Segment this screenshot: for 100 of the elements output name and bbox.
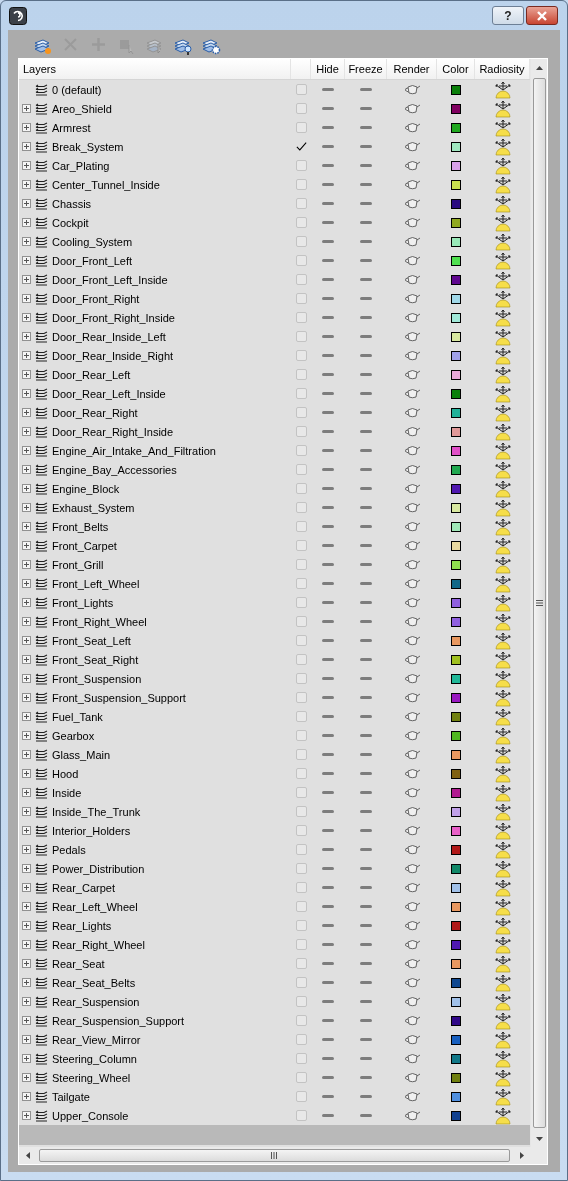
- layer-name[interactable]: Rear_Suspension: [52, 995, 140, 1008]
- radiosity-sun-icon[interactable]: [493, 536, 512, 555]
- hide-toggle[interactable]: [322, 354, 334, 357]
- expand-button[interactable]: [22, 1073, 31, 1082]
- hide-toggle[interactable]: [322, 962, 334, 965]
- expand-button[interactable]: [22, 617, 31, 626]
- hide-toggle[interactable]: [322, 373, 334, 376]
- teapot-icon[interactable]: [403, 483, 421, 494]
- teapot-icon[interactable]: [403, 654, 421, 665]
- checkbox[interactable]: [295, 977, 307, 988]
- radiosity-sun-icon[interactable]: [493, 897, 512, 916]
- color-swatch[interactable]: [451, 369, 461, 380]
- freeze-toggle[interactable]: [360, 240, 372, 243]
- column-header[interactable]: Freeze: [345, 59, 387, 79]
- radiosity-sun-icon[interactable]: [493, 289, 512, 308]
- checkbox[interactable]: [295, 901, 307, 912]
- freeze-toggle[interactable]: [360, 1076, 372, 1079]
- freeze-toggle[interactable]: [360, 1095, 372, 1098]
- color-swatch[interactable]: [451, 350, 461, 361]
- color-swatch[interactable]: [451, 787, 461, 798]
- freeze-toggle[interactable]: [360, 848, 372, 851]
- expand-button[interactable]: [22, 427, 31, 436]
- layer-name[interactable]: Fuel_Tank: [52, 710, 103, 723]
- checkbox[interactable]: [295, 483, 307, 494]
- hide-toggle[interactable]: [322, 240, 334, 243]
- radiosity-sun-icon[interactable]: [493, 992, 512, 1011]
- teapot-icon[interactable]: [403, 217, 421, 228]
- expand-button[interactable]: [22, 1054, 31, 1063]
- layer-name[interactable]: Front_Right_Wheel: [52, 615, 147, 628]
- expand-button[interactable]: [22, 769, 31, 778]
- color-swatch[interactable]: [451, 673, 461, 684]
- freeze-toggle[interactable]: [360, 221, 372, 224]
- checkbox[interactable]: [295, 692, 307, 703]
- layer-name[interactable]: Front_Suspension: [52, 672, 142, 685]
- color-swatch[interactable]: [451, 1110, 461, 1121]
- layer-name[interactable]: Hood: [52, 767, 79, 780]
- layer-name[interactable]: Door_Front_Right_Inside: [52, 311, 175, 324]
- color-swatch[interactable]: [451, 141, 461, 152]
- checkbox[interactable]: [295, 540, 307, 551]
- checkbox[interactable]: [295, 920, 307, 931]
- scroll-left-icon[interactable]: [25, 1152, 30, 1159]
- teapot-icon[interactable]: [403, 426, 421, 437]
- hide-toggle[interactable]: [322, 525, 334, 528]
- freeze-toggle[interactable]: [360, 1038, 372, 1041]
- color-swatch[interactable]: [451, 312, 461, 323]
- color-swatch[interactable]: [451, 578, 461, 589]
- color-swatch[interactable]: [451, 521, 461, 532]
- teapot-icon[interactable]: [403, 388, 421, 399]
- color-swatch[interactable]: [451, 331, 461, 342]
- hide-toggle[interactable]: [322, 905, 334, 908]
- radiosity-sun-icon[interactable]: [493, 270, 512, 289]
- teapot-icon[interactable]: [403, 369, 421, 380]
- layer-name[interactable]: Front_Suspension_Support: [52, 691, 186, 704]
- hide-toggle[interactable]: [322, 867, 334, 870]
- horizontal-scrollbar[interactable]: [19, 1147, 547, 1164]
- radiosity-sun-icon[interactable]: [493, 1030, 512, 1049]
- expand-button[interactable]: [22, 674, 31, 683]
- radiosity-sun-icon[interactable]: [493, 574, 512, 593]
- hide-toggle[interactable]: [322, 107, 334, 110]
- checkbox[interactable]: [295, 293, 307, 304]
- color-swatch[interactable]: [451, 597, 461, 608]
- color-swatch[interactable]: [451, 882, 461, 893]
- freeze-toggle[interactable]: [360, 772, 372, 775]
- checkbox[interactable]: [295, 939, 307, 950]
- radiosity-sun-icon[interactable]: [493, 213, 512, 232]
- radiosity-sun-icon[interactable]: [493, 327, 512, 346]
- expand-button[interactable]: [22, 845, 31, 854]
- hide-toggle[interactable]: [322, 1095, 334, 1098]
- radiosity-sun-icon[interactable]: [493, 384, 512, 403]
- teapot-icon[interactable]: [403, 521, 421, 532]
- color-swatch[interactable]: [451, 768, 461, 779]
- expand-button[interactable]: [22, 655, 31, 664]
- freeze-toggle[interactable]: [360, 183, 372, 186]
- checkbox[interactable]: [295, 1053, 307, 1064]
- teapot-icon[interactable]: [403, 578, 421, 589]
- radiosity-sun-icon[interactable]: [493, 441, 512, 460]
- expand-button[interactable]: [22, 978, 31, 987]
- layer-name[interactable]: Door_Rear_Right_Inside: [52, 425, 174, 438]
- hide-toggle[interactable]: [322, 582, 334, 585]
- layer-name[interactable]: Rear_Left_Wheel: [52, 900, 138, 913]
- expand-button[interactable]: [22, 807, 31, 816]
- color-swatch[interactable]: [451, 464, 461, 475]
- checkbox[interactable]: [295, 84, 307, 95]
- teapot-icon[interactable]: [403, 977, 421, 988]
- column-header[interactable]: Layers: [19, 59, 291, 79]
- freeze-toggle[interactable]: [360, 278, 372, 281]
- hide-toggle[interactable]: [322, 183, 334, 186]
- teapot-icon[interactable]: [403, 939, 421, 950]
- radiosity-sun-icon[interactable]: [493, 916, 512, 935]
- teapot-icon[interactable]: [403, 312, 421, 323]
- checkbox[interactable]: [295, 312, 307, 323]
- radiosity-sun-icon[interactable]: [493, 479, 512, 498]
- color-swatch[interactable]: [451, 711, 461, 722]
- checkbox[interactable]: [295, 331, 307, 342]
- freeze-toggle[interactable]: [360, 164, 372, 167]
- radiosity-sun-icon[interactable]: [493, 973, 512, 992]
- freeze-toggle[interactable]: [360, 430, 372, 433]
- checkbox[interactable]: [295, 787, 307, 798]
- teapot-icon[interactable]: [403, 730, 421, 741]
- teapot-icon[interactable]: [403, 616, 421, 627]
